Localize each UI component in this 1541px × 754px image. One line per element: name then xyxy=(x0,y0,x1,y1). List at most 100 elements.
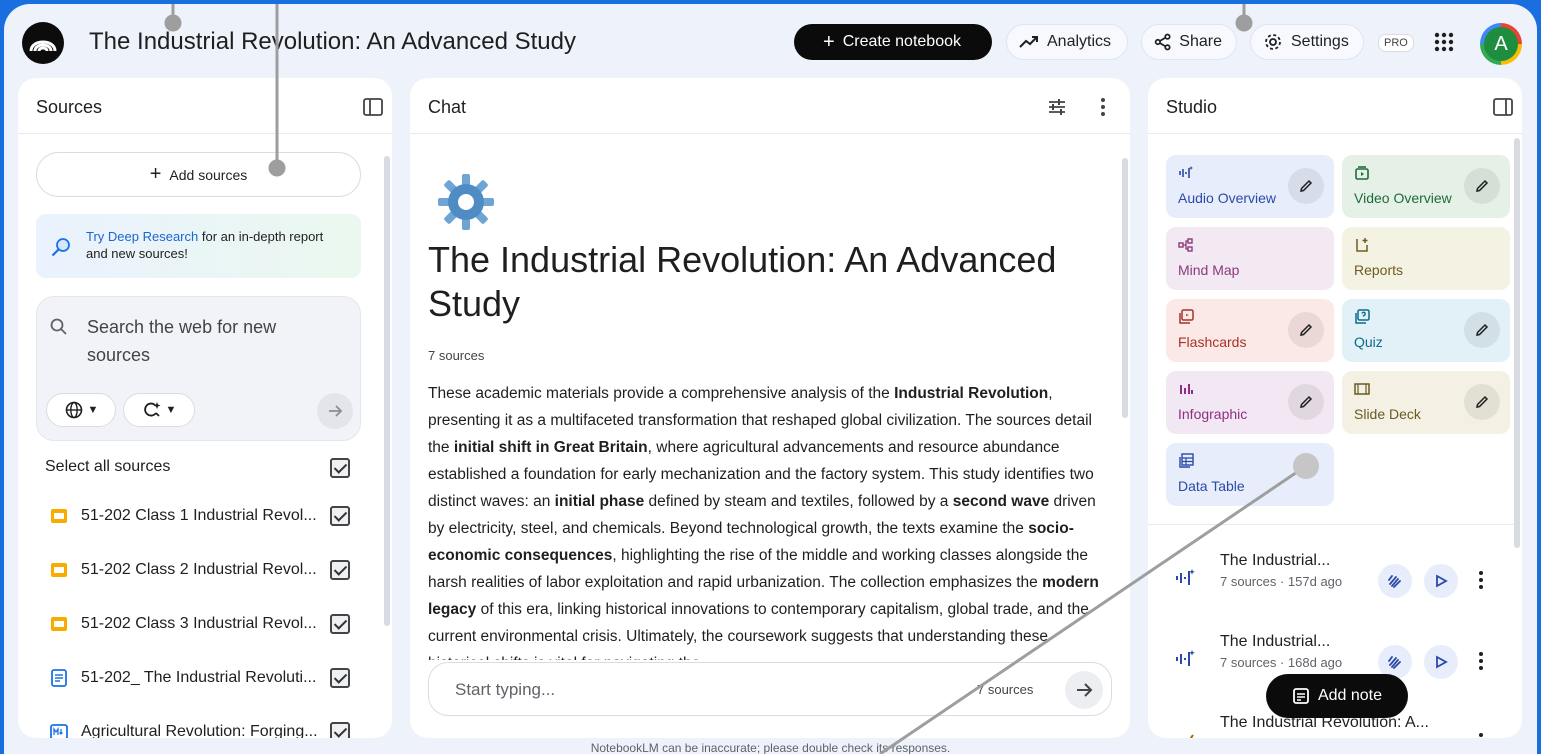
notebook-title[interactable]: The Industrial Revolution: An Advanced S… xyxy=(89,28,576,56)
share-icon xyxy=(1154,33,1171,51)
more-vert-icon[interactable] xyxy=(1092,96,1114,118)
pencil-icon xyxy=(1476,179,1489,192)
slide-deck-label: Slide Deck xyxy=(1354,406,1421,422)
note-meta: 7 sources · 157d ago xyxy=(1220,574,1343,589)
slide-deck-tile[interactable]: Slide Deck xyxy=(1342,371,1510,434)
research-mode-dropdown[interactable]: ▼ xyxy=(123,393,195,427)
source-item[interactable]: 51-202_ The Industrial Revoluti... xyxy=(18,660,378,700)
source-checkbox[interactable] xyxy=(330,614,350,634)
gear-icon xyxy=(1265,34,1281,50)
studio-title: Studio xyxy=(1166,97,1218,117)
source-checkbox[interactable] xyxy=(330,506,350,526)
studio-scrollbar[interactable] xyxy=(1514,138,1520,548)
web-search-input[interactable]: Search the web for new sources xyxy=(87,313,317,369)
flashcards-label: Flashcards xyxy=(1178,334,1247,350)
summary-text: These academic materials provide a compr… xyxy=(428,385,895,402)
edit-slide-deck-button[interactable] xyxy=(1464,384,1500,420)
create-notebook-label: Create notebook xyxy=(842,33,961,50)
arrow-right-icon xyxy=(1077,683,1093,697)
share-button[interactable]: Share xyxy=(1141,24,1237,60)
data-table-tile[interactable]: Data Table xyxy=(1166,443,1334,506)
notebooklm-logo-icon[interactable] xyxy=(22,22,64,64)
audio-wave-icon xyxy=(1179,166,1193,178)
account-avatar[interactable]: A xyxy=(1480,23,1522,65)
collapse-panel-icon[interactable] xyxy=(1492,96,1514,118)
edit-audio-overview-button[interactable] xyxy=(1288,168,1324,204)
chevron-down-icon: ▼ xyxy=(87,404,99,416)
source-item-label: 51-202 Class 3 Industrial Revol... xyxy=(81,615,317,632)
add-sources-button[interactable]: + Add sources xyxy=(36,152,361,197)
web-source-type-dropdown[interactable]: ▼ xyxy=(46,393,116,427)
infographic-icon xyxy=(1180,384,1193,394)
studio-divider xyxy=(1148,524,1518,525)
infographic-tile[interactable]: Infographic xyxy=(1166,371,1334,434)
audio-wave-icon xyxy=(1176,650,1195,666)
summary-text: defined by steam and textiles, followed … xyxy=(644,493,953,510)
audio-overview-tile[interactable]: Audio Overview xyxy=(1166,155,1334,218)
chat-scrollbar[interactable] xyxy=(1122,158,1128,418)
gear-emoji-icon xyxy=(438,174,494,230)
summary-emphasis: initial phase xyxy=(554,493,645,510)
flashcards-tile[interactable]: Flashcards xyxy=(1166,299,1334,362)
play-button[interactable] xyxy=(1424,564,1458,598)
play-button[interactable] xyxy=(1424,645,1458,679)
notebook-summary: These academic materials provide a compr… xyxy=(428,380,1108,660)
slide-deck-icon xyxy=(1354,383,1370,395)
tune-icon[interactable] xyxy=(1046,96,1068,118)
mind-map-tile[interactable]: Mind Map xyxy=(1166,227,1334,290)
edit-quiz-button[interactable] xyxy=(1464,312,1500,348)
source-count: 7 sources xyxy=(428,348,485,363)
apps-grid-icon[interactable] xyxy=(1432,30,1456,54)
source-item-label: Agricultural Revolution: Forging... xyxy=(81,723,318,738)
source-item[interactable]: 51-202 Class 3 Industrial Revol... xyxy=(18,606,378,646)
collapse-panel-icon[interactable] xyxy=(362,96,384,118)
summary-emphasis: second wave xyxy=(952,493,1050,510)
web-search-box[interactable]: Search the web for new sources ▼ ▼ xyxy=(36,296,361,441)
create-notebook-button[interactable]: + Create notebook xyxy=(794,24,992,60)
settings-button[interactable]: Settings xyxy=(1250,24,1364,60)
video-overview-tile[interactable]: Video Overview xyxy=(1342,155,1510,218)
mind-map-icon xyxy=(1178,238,1193,252)
edit-video-overview-button[interactable] xyxy=(1464,168,1500,204)
note-icon xyxy=(1293,688,1309,704)
select-all-checkbox[interactable] xyxy=(330,458,350,478)
send-button[interactable] xyxy=(1065,671,1103,709)
chat-input-box[interactable]: Start typing... 7 sources xyxy=(428,662,1112,716)
avatar-letter: A xyxy=(1484,27,1518,61)
more-vert-icon[interactable] xyxy=(1474,651,1488,671)
analytics-button[interactable]: Analytics xyxy=(1006,24,1128,60)
plus-icon: + xyxy=(823,31,835,53)
source-checkbox[interactable] xyxy=(330,560,350,580)
quiz-tile[interactable]: Quiz xyxy=(1342,299,1510,362)
app-window: The Industrial Revolution: An Advanced S… xyxy=(4,4,1537,754)
reports-label: Reports xyxy=(1354,262,1404,278)
reports-tile[interactable]: Reports xyxy=(1342,227,1510,290)
web-search-submit-button[interactable] xyxy=(317,393,353,429)
quiz-icon xyxy=(1355,309,1370,324)
source-checkbox[interactable] xyxy=(330,722,350,738)
more-vert-icon[interactable] xyxy=(1474,570,1488,590)
share-label: Share xyxy=(1179,33,1222,50)
interactive-mode-button[interactable] xyxy=(1378,564,1412,598)
hand-wave-icon xyxy=(1388,575,1401,588)
chat-input-source-count: 7 sources xyxy=(977,682,1034,697)
deep-research-link[interactable]: Try Deep Research xyxy=(86,229,198,244)
pencil-icon xyxy=(1300,179,1313,192)
note-meta: 7 sources · 168d ago xyxy=(1220,655,1343,670)
play-icon xyxy=(1436,655,1448,669)
chat-input[interactable]: Start typing... xyxy=(455,680,555,700)
add-note-button[interactable]: Add note xyxy=(1266,674,1408,718)
chat-panel-header: Chat xyxy=(410,78,1130,134)
note-item[interactable]: The Industrial... 7 sources · 157d ago xyxy=(1148,544,1522,614)
sources-scrollbar[interactable] xyxy=(384,156,390,626)
more-vert-icon[interactable] xyxy=(1474,732,1488,738)
source-item[interactable]: Agricultural Revolution: Forging... xyxy=(18,714,378,738)
source-item[interactable]: 51-202 Class 1 Industrial Revol... xyxy=(18,498,378,538)
markdown-icon xyxy=(50,724,68,738)
edit-flashcards-button[interactable] xyxy=(1288,312,1324,348)
edit-infographic-button[interactable] xyxy=(1288,384,1324,420)
source-item[interactable]: 51-202 Class 2 Industrial Revol... xyxy=(18,552,378,592)
deep-research-banner[interactable]: Try Deep Research for an in-depth report… xyxy=(36,214,361,278)
source-checkbox[interactable] xyxy=(330,668,350,688)
document-icon xyxy=(51,669,67,687)
